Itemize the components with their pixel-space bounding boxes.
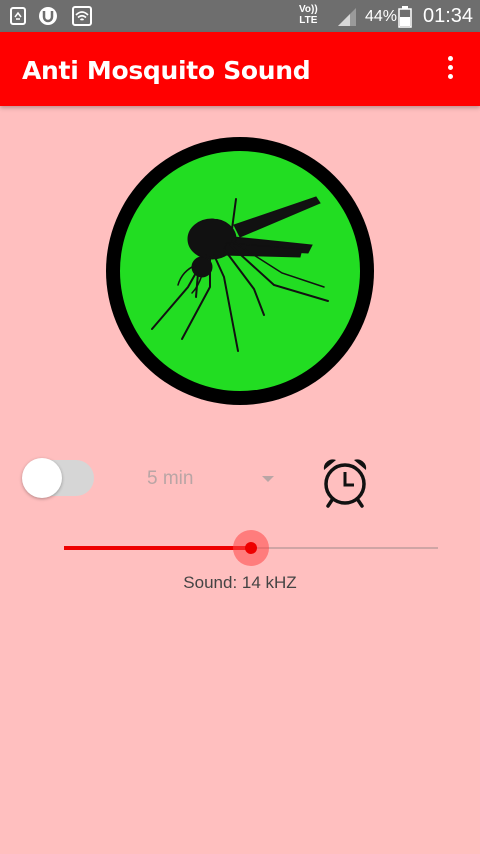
sound-frequency-label: Sound: 14 kHZ [183,573,297,592]
battery-icon [398,6,412,28]
mosquito-icon [151,196,329,352]
recycle-icon [10,7,26,25]
dropdown-arrow-icon [262,476,274,482]
wifi-icon [72,6,92,26]
duration-value: 5 min [147,468,194,489]
slider-fill [64,546,251,550]
signal-icon [338,8,356,26]
more-vert-icon[interactable] [440,54,460,84]
status-time: 01:34 [423,5,474,27]
lte-label: LTE [299,15,318,26]
status-bar: Vo)) LTE 44% 01:34 [0,0,480,32]
mosquito-sound-button[interactable] [106,137,374,405]
alarm-clock-icon[interactable] [320,456,370,510]
slider-thumb[interactable] [245,542,257,554]
frequency-slider[interactable] [64,528,438,568]
torrent-icon [39,7,57,25]
duration-dropdown[interactable]: 5 min [140,462,280,496]
volte-indicator: Vo)) LTE [299,4,318,26]
app-title: Anti Mosquito Sound [22,56,311,85]
app-bar: Anti Mosquito Sound [0,32,480,106]
battery-percent: 44% [365,8,398,25]
volte-label: Vo)) [299,4,318,15]
timer-toggle[interactable] [22,458,94,498]
toggle-thumb[interactable] [22,458,62,498]
